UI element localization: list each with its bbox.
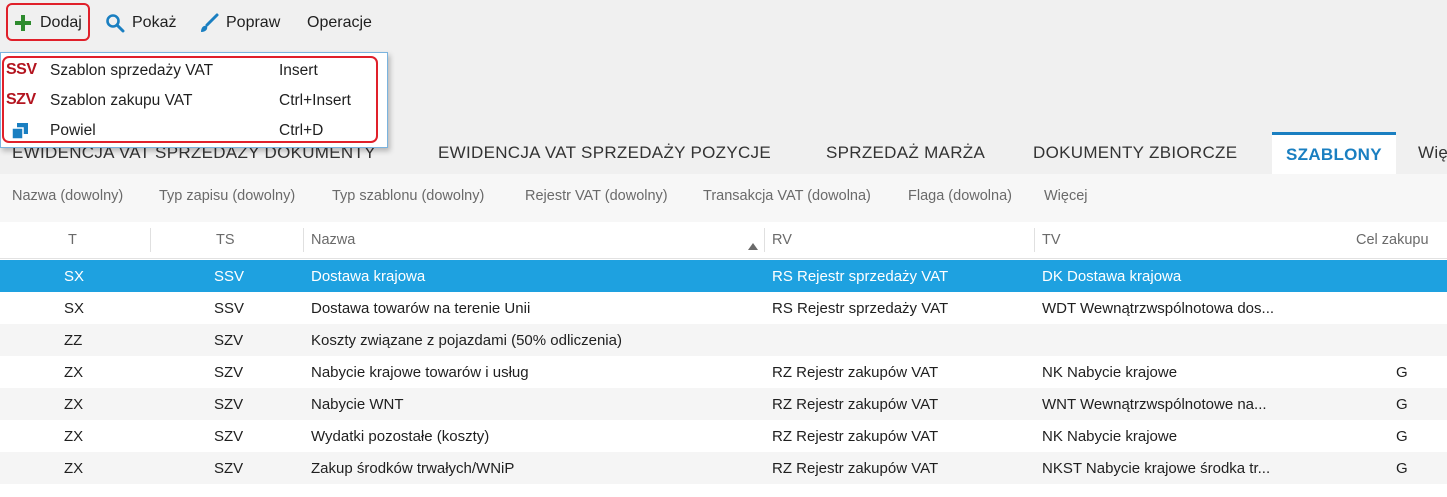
menu-item-purchase-vat-template[interactable]: SZV Szablon zakupu VAT Ctrl+Insert (2, 86, 386, 116)
cell-tv: NK Nabycie krajowe (1042, 364, 1178, 381)
table-row[interactable]: ZZ SZV Koszty związane z pojazdami (50% … (0, 324, 1447, 356)
filter-template-type[interactable]: Typ szablonu (dowolny) (332, 188, 484, 204)
tab-label: Wię (1418, 143, 1447, 162)
tab-label: DOKUMENTY ZBIORCZE (1033, 143, 1238, 162)
cell-nazwa: Wydatki pozostałe (koszty) (311, 428, 490, 445)
cell-cel: G (1396, 364, 1408, 381)
cell-rv: RZ Rejestr zakupów VAT (772, 460, 939, 477)
tab-label: EWIDENCJA VAT SPRZEDAŻY POZYCJE (438, 143, 771, 162)
tab-margin-sales[interactable]: SPRZEDAŻ MARŻA (826, 132, 985, 174)
cell-tv: DK Dostawa krajowa (1042, 268, 1182, 285)
cell-tv: WDT Wewnątrzwspólnotowa dos... (1042, 300, 1275, 317)
filter-entry-type[interactable]: Typ zapisu (dowolny) (159, 188, 295, 204)
tab-vat-sales-items[interactable]: EWIDENCJA VAT SPRZEDAŻY POZYCJE (438, 132, 771, 174)
tab-collective-documents[interactable]: DOKUMENTY ZBIORCZE (1033, 132, 1237, 174)
cell-tv: NKST Nabycie krajowe środka tr... (1042, 460, 1271, 477)
filter-vat-register[interactable]: Rejestr VAT (dowolny) (525, 188, 668, 204)
table-row[interactable]: ZX SZV Wydatki pozostałe (koszty) RZ Rej… (0, 420, 1447, 452)
operations-button[interactable]: Operacje (307, 0, 372, 46)
menu-item-shortcut: Ctrl+D (279, 122, 324, 139)
brush-icon (198, 12, 220, 34)
show-button[interactable]: Pokaż (104, 0, 176, 46)
table-row[interactable]: ZX SZV Nabycie WNT RZ Rejestr zakupów VA… (0, 388, 1447, 420)
column-separator (150, 228, 151, 252)
edit-button[interactable]: Popraw (198, 0, 280, 46)
tab-more[interactable]: Wię (1418, 132, 1447, 174)
cell-rv: RS Rejestr sprzedaży VAT (772, 268, 949, 285)
cell-ts: SZV (214, 396, 244, 413)
column-header-tv[interactable]: TV (1042, 232, 1061, 248)
menu-item-label: Szablon sprzedaży VAT (50, 62, 214, 79)
ssv-icon: SSV (6, 61, 37, 78)
column-header-cel[interactable]: Cel zakupu (1356, 232, 1429, 248)
cell-ts: SZV (214, 428, 244, 445)
filter-bar: Nazwa (dowolny) Typ zapisu (dowolny) Typ… (0, 174, 1447, 222)
cell-t: SX (64, 300, 85, 317)
cell-rv: RZ Rejestr zakupów VAT (772, 364, 939, 381)
filter-vat-transaction[interactable]: Transakcja VAT (dowolna) (703, 188, 871, 204)
cell-t: ZX (64, 396, 84, 413)
cell-cel: G (1396, 460, 1408, 477)
table-row[interactable]: SX SSV Dostawa towarów na terenie Unii R… (0, 292, 1447, 324)
show-button-label: Pokaż (132, 14, 177, 31)
grid-header: T TS Nazwa RV TV Cel zakupu (0, 222, 1447, 259)
cell-nazwa: Zakup środków trwałych/WNiP (311, 460, 515, 477)
duplicate-icon (11, 123, 28, 144)
cell-ts: SZV (214, 460, 244, 477)
menu-item-label: Szablon zakupu VAT (50, 92, 193, 109)
cell-nazwa: Nabycie krajowe towarów i usług (311, 364, 529, 381)
column-separator (764, 228, 765, 252)
sort-ascending-icon[interactable] (748, 237, 758, 255)
table-row[interactable]: SX SSV Dostawa krajowa RS Rejestr sprzed… (0, 260, 1447, 292)
cell-nazwa: Koszty związane z pojazdami (50% odlicze… (311, 332, 622, 349)
edit-button-label: Popraw (226, 14, 281, 31)
column-header-t[interactable]: T (68, 232, 77, 248)
menu-item-duplicate[interactable]: Powiel Ctrl+D (2, 116, 386, 146)
filter-more[interactable]: Więcej (1044, 188, 1088, 204)
cell-ts: SSV (214, 300, 245, 317)
cell-ts: SZV (214, 332, 244, 349)
cell-t: ZX (64, 428, 84, 445)
add-button-highlight (6, 3, 90, 41)
table-row[interactable]: ZX SZV Zakup środków trwałych/WNiP RZ Re… (0, 452, 1447, 484)
cell-t: ZZ (64, 332, 83, 349)
operations-button-label: Operacje (307, 14, 372, 31)
cell-rv: RZ Rejestr zakupów VAT (772, 428, 939, 445)
cell-rv: RS Rejestr sprzedaży VAT (772, 300, 949, 317)
cell-t: ZX (64, 460, 84, 477)
cell-t: ZX (64, 364, 84, 381)
column-header-nazwa[interactable]: Nazwa (311, 232, 355, 248)
menu-item-sales-vat-template[interactable]: SSV Szablon sprzedaży VAT Insert (2, 56, 386, 86)
cell-tv: WNT Wewnątrzwspólnotowe na... (1042, 396, 1267, 413)
szv-icon: SZV (6, 91, 36, 108)
toolbar: Dodaj Pokaż Popraw Operacje (0, 0, 1447, 50)
filter-flag[interactable]: Flaga (dowolna) (908, 188, 1012, 204)
cell-cel: G (1396, 428, 1408, 445)
cell-nazwa: Dostawa krajowa (311, 268, 426, 285)
cell-tv: NK Nabycie krajowe (1042, 428, 1178, 445)
tab-templates[interactable]: SZABLONY (1272, 132, 1396, 174)
table-row[interactable]: ZX SZV Nabycie krajowe towarów i usług R… (0, 356, 1447, 388)
cell-t: SX (64, 268, 85, 285)
add-menu: SSV Szablon sprzedaży VAT Insert SZV Sza… (0, 52, 388, 148)
column-header-ts[interactable]: TS (216, 232, 235, 248)
tab-label: SZABLONY (1286, 144, 1382, 164)
cell-ts: SZV (214, 364, 244, 381)
menu-item-shortcut: Ctrl+Insert (279, 92, 351, 109)
column-header-rv[interactable]: RV (772, 232, 792, 248)
menu-item-label: Powiel (50, 122, 96, 139)
cell-nazwa: Nabycie WNT (311, 396, 404, 413)
tab-label: SPRZEDAŻ MARŻA (826, 143, 986, 162)
column-separator (1034, 228, 1035, 252)
cell-rv: RZ Rejestr zakupów VAT (772, 396, 939, 413)
cell-ts: SSV (214, 268, 245, 285)
menu-item-shortcut: Insert (279, 62, 318, 79)
cell-nazwa: Dostawa towarów na terenie Unii (311, 300, 531, 317)
filter-name[interactable]: Nazwa (dowolny) (12, 188, 123, 204)
search-icon (104, 12, 126, 34)
column-separator (303, 228, 304, 252)
cell-cel: G (1396, 396, 1408, 413)
